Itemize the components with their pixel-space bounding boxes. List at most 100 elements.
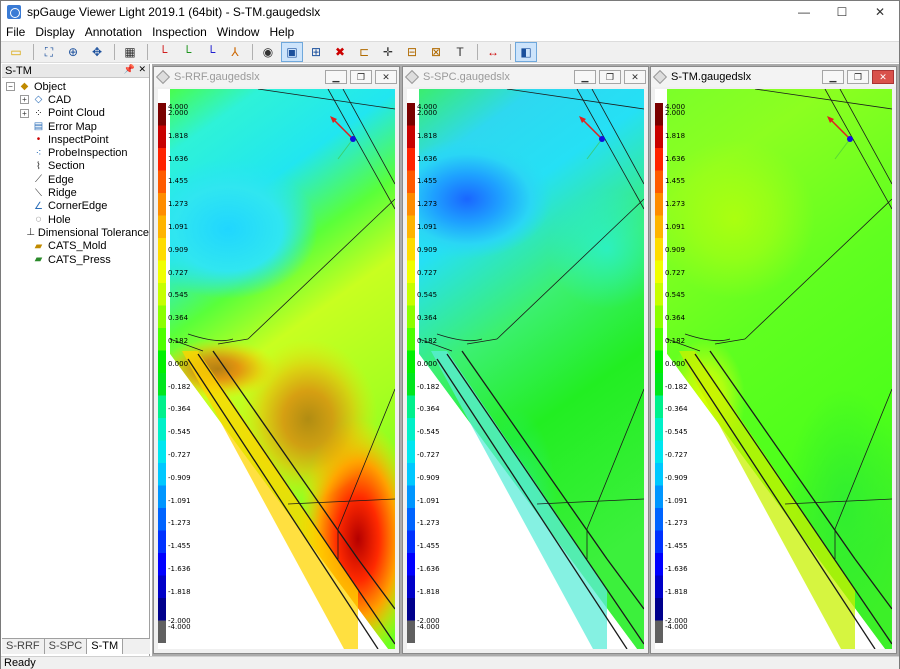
legend-label: 1.091 [417, 223, 438, 231]
tree-item-inspectpoint[interactable]: • InspectPoint [2, 133, 149, 146]
tree-item-cats-press[interactable]: ▰ CATS_Press [2, 253, 149, 266]
view-restore-button[interactable]: ❐ [599, 70, 621, 84]
error-map-canvas[interactable]: 4.000 2.000 1.818 1.636 1.455 1.273 1.091 0.909… [655, 89, 892, 649]
legend-label: 0.000 [417, 359, 438, 368]
tree-item-probeinspection[interactable]: ⁖ ProbeInspection [2, 146, 149, 159]
text-icon[interactable]: T [449, 42, 471, 62]
measure-icon[interactable]: ↔ [482, 42, 504, 62]
tree-item-label: CAD [48, 93, 72, 106]
tree-item-cats-mold[interactable]: ▰ CATS_Mold [2, 240, 149, 253]
legend-label: -0.182 [417, 382, 440, 391]
color-scale-legend: 4.000 2.000 1.818 1.636 1.455 1.273 1.091 0.909… [655, 103, 688, 643]
tree-item-hole[interactable]: ◌ Hole [2, 213, 149, 226]
legend-label: -1.273 [417, 519, 440, 528]
legend-label: 0.182 [168, 337, 189, 345]
legend-label: -0.909 [417, 473, 440, 482]
eye-icon[interactable]: ◉ [257, 42, 279, 62]
tree-item-object[interactable]: − ◆ Object [2, 80, 149, 93]
toolbar: ▭ ⛶ ⊕ ✥ ▦ └ └ └ ⅄ ◉ ▣ ⊞ ✖ ⊏ ✛ ⊟ ⊠ T ↔ ◧ [1, 41, 899, 63]
tree-item-point-cloud[interactable]: + ⁘ Point Cloud [2, 107, 149, 120]
tree-item-cad[interactable]: + ◇ CAD [2, 93, 149, 106]
view-restore-button[interactable]: ❐ [350, 70, 372, 84]
axis-iso-icon[interactable]: ⅄ [224, 42, 246, 62]
expand-icon[interactable]: + [20, 95, 29, 105]
pan-icon[interactable]: ✥ [86, 42, 108, 62]
error-map-canvas[interactable]: 4.000 2.000 1.818 1.636 1.455 1.273 1.091 0.909… [158, 89, 395, 649]
collapse-icon[interactable]: − [6, 82, 15, 92]
view-close-button[interactable]: ✕ [375, 70, 397, 84]
error-map-canvas[interactable]: 4.000 2.000 1.818 1.636 1.455 1.273 1.091 0.909… [407, 89, 644, 649]
label-icon[interactable]: ⊏ [353, 42, 375, 62]
menu-annotation[interactable]: Annotation [80, 25, 147, 39]
legend-label: 1.273 [665, 200, 686, 209]
select-icon[interactable]: ▣ [281, 42, 303, 62]
menu-window[interactable]: Window [212, 25, 265, 39]
close-button[interactable]: ✕ [861, 1, 899, 23]
axis-y-icon[interactable]: └ [176, 42, 198, 62]
menu-display[interactable]: Display [30, 25, 79, 39]
tree-item-section[interactable]: ⌇ Section [2, 160, 149, 173]
panel-close-icon[interactable]: ✕ [138, 64, 146, 75]
tree-item-dimensional-tolerance[interactable]: ⊥ Dimensional Tolerance [2, 226, 149, 239]
view-minimize-button[interactable]: ▁ [574, 70, 596, 84]
menu-file[interactable]: File [1, 25, 30, 39]
maximize-button[interactable]: ☐ [823, 1, 861, 23]
legend-label: -1.273 [168, 519, 191, 528]
tab-s-spc[interactable]: S-SPC [45, 639, 88, 654]
legend-label: -0.182 [168, 382, 191, 391]
view-close-button[interactable]: ✕ [624, 70, 646, 84]
view-minimize-button[interactable]: ▁ [325, 70, 347, 84]
menu-inspection[interactable]: Inspection [147, 25, 212, 39]
tree-item-corneredge[interactable]: ∠ CornerEdge [2, 200, 149, 213]
edge-icon: ⟋ [35, 174, 42, 186]
view-window-tm[interactable]: S-TM.gaugedslx ▁ ❐ ✕ 4.000 2.000 1.818 1.636 1.4… [650, 66, 897, 654]
app-window: spGauge Viewer Light 2019.1 (64bit) - S-… [0, 0, 900, 669]
fit-view-icon[interactable]: ⛶ [38, 42, 60, 62]
pin-icon[interactable]: 📌 [124, 64, 135, 75]
layout-icon[interactable]: ⊟ [401, 42, 423, 62]
view-doc-icon [652, 69, 668, 85]
tree-item-error-map[interactable]: ▤ Error Map [2, 120, 149, 133]
legend-label: -1.455 [665, 542, 688, 551]
expand-icon[interactable]: + [20, 108, 29, 118]
legend-label: 0.727 [665, 268, 686, 277]
layout-alt-icon[interactable]: ⊠ [425, 42, 447, 62]
point-cloud-icon: ⁘ [34, 107, 43, 119]
tab-s-rrf[interactable]: S-RRF [2, 639, 45, 654]
view-doc-icon [155, 69, 171, 85]
add-point-icon[interactable]: ⊞ [305, 42, 327, 62]
legend-label: 2.000 [417, 109, 438, 117]
tree-item-label: Dimensional Tolerance [37, 226, 149, 239]
legend-label: 0.909 [168, 245, 189, 254]
zoom-icon[interactable]: ⊕ [62, 42, 84, 62]
view-window-spc[interactable]: S-SPC.gaugedslx ▁ ❐ ✕ 4.000 2.000 1.818 1.636 1.… [402, 66, 649, 654]
legend-label: 0.545 [665, 291, 686, 300]
axis-x-icon[interactable]: └ [152, 42, 174, 62]
minimize-button[interactable]: — [785, 1, 823, 23]
compare-icon[interactable]: ◧ [515, 42, 537, 62]
legend-label: -1.818 [168, 587, 191, 596]
color-scale-bar [158, 103, 166, 643]
delete-point-icon[interactable]: ✖ [329, 42, 351, 62]
grid-icon[interactable]: ▦ [119, 42, 141, 62]
error-map-icon: ▤ [33, 121, 44, 133]
view-restore-button[interactable]: ❐ [847, 70, 869, 84]
legend-label: 0.364 [417, 314, 438, 323]
view-minimize-button[interactable]: ▁ [822, 70, 844, 84]
legend-label: 0.909 [665, 245, 686, 254]
object-icon: ◆ [20, 81, 29, 93]
move-icon[interactable]: ✛ [377, 42, 399, 62]
tree-item-ridge[interactable]: ⟍ Ridge [2, 186, 149, 199]
axis-z-icon[interactable]: └ [200, 42, 222, 62]
tree-item-edge[interactable]: ⟋ Edge [2, 173, 149, 186]
view-window-rrf[interactable]: S-RRF.gaugedslx ▁ ❐ ✕ 4.000 2.000 1.818 1.636 1.… [153, 66, 400, 654]
legend-label: -0.364 [665, 405, 688, 414]
legend-label: -0.727 [665, 451, 688, 459]
tab-s-tm[interactable]: S-TM [87, 639, 124, 654]
legend-label: -0.545 [417, 428, 440, 437]
open-icon[interactable]: ▭ [5, 42, 27, 62]
legend-label: 1.818 [168, 131, 189, 140]
menu-help[interactable]: Help [264, 25, 299, 39]
legend-label: -1.636 [168, 565, 191, 573]
view-close-button[interactable]: ✕ [872, 70, 894, 84]
